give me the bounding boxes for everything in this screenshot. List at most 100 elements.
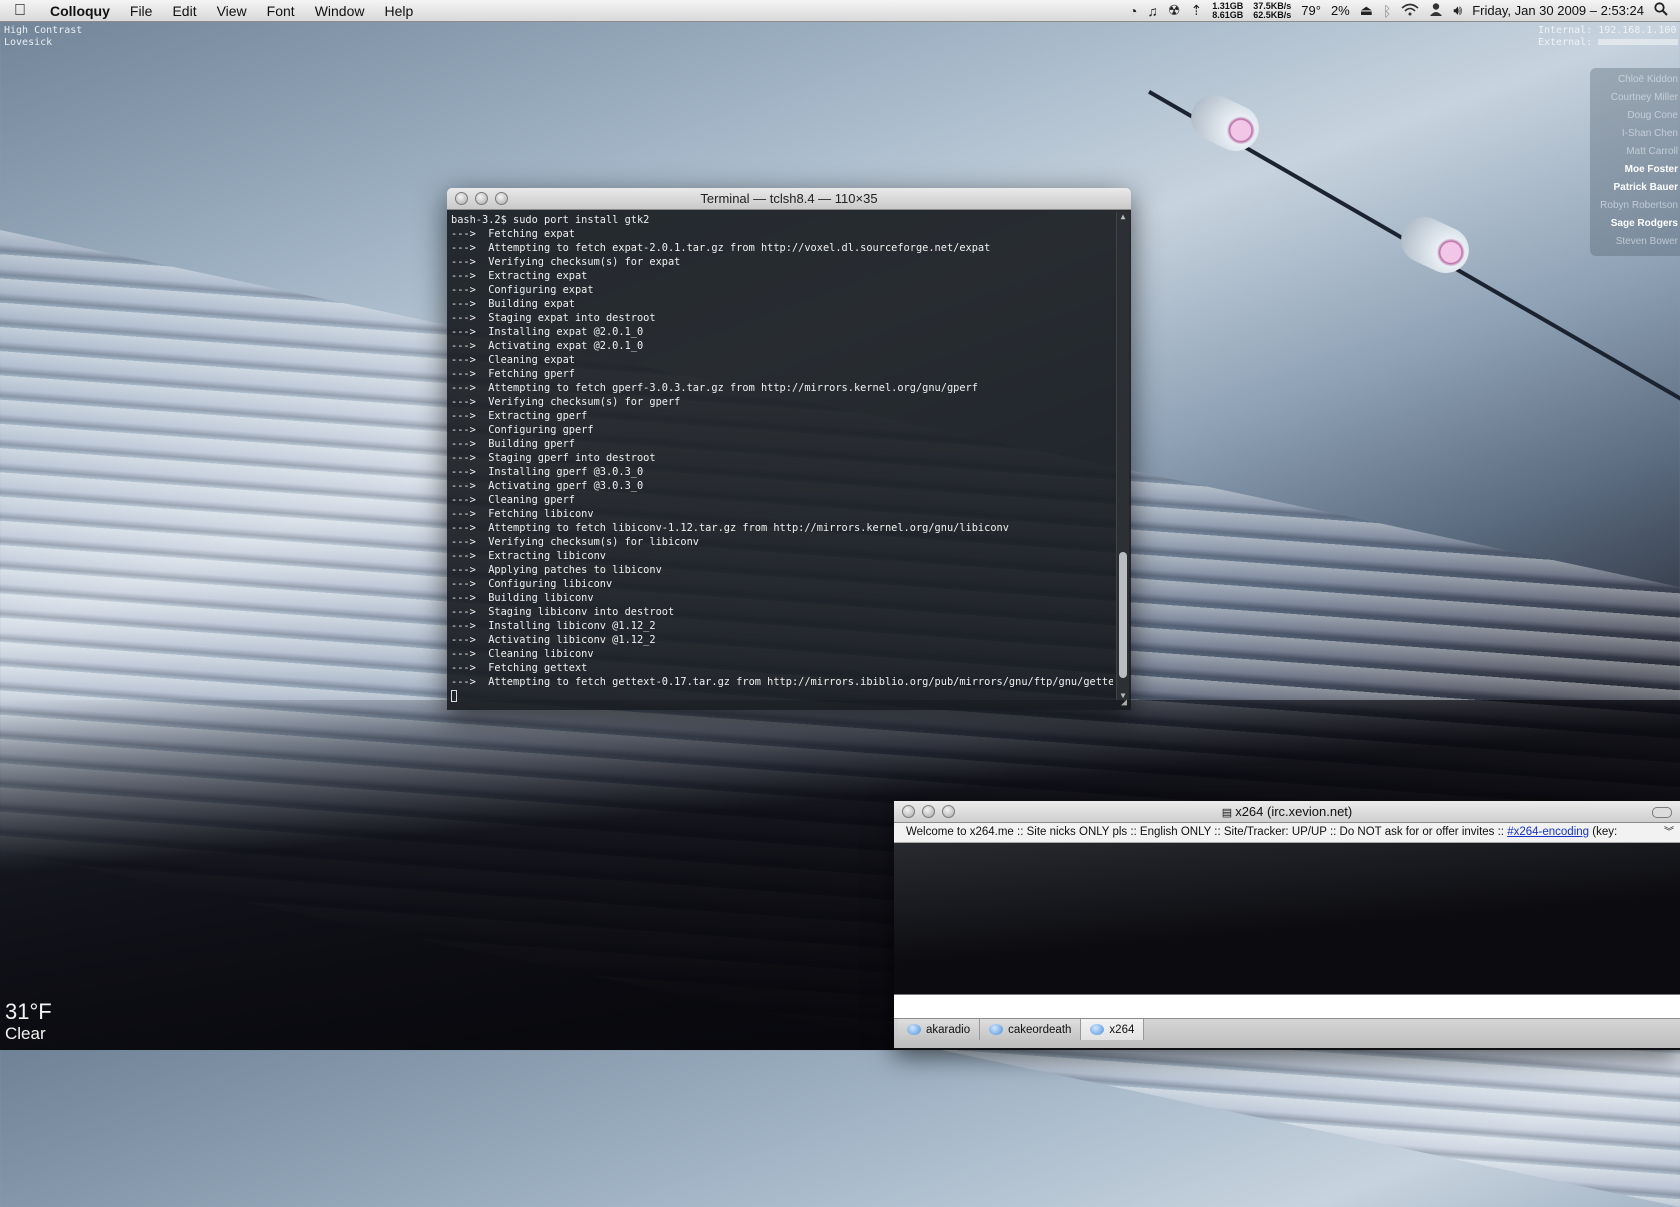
terminal-cursor-line <box>451 689 1113 703</box>
chat-title: x264 (irc.xevion.net) <box>1235 804 1353 819</box>
terminal-scrollbar[interactable]: ▲ ▼ <box>1116 212 1129 700</box>
menubar-clock[interactable]: Friday, Jan 30 2009 – 2:53:24 <box>1472 3 1644 18</box>
terminal-line: ---> Fetching gettext <box>451 662 588 674</box>
chat-bubble-icon <box>1090 1024 1105 1035</box>
topic-text: Welcome to x264.me :: Site nicks ONLY pl… <box>906 826 1508 838</box>
weather-widget: 31°F Clear <box>5 1000 52 1044</box>
tab-cakeordeath[interactable]: cakeordeath <box>980 1019 1082 1040</box>
buddy-item[interactable]: Patrick Bauer <box>1590 179 1678 197</box>
menu-file[interactable]: File <box>120 3 163 19</box>
terminal-line: ---> Building gperf <box>451 438 575 450</box>
terminal-line: ---> Activating libiconv @1.12_2 <box>451 634 656 646</box>
menu-view[interactable]: View <box>207 3 257 19</box>
buddy-item[interactable]: Robyn Robertson <box>1590 197 1678 215</box>
buddy-item[interactable]: Doug Cone <box>1590 107 1678 125</box>
text-cursor <box>451 690 457 702</box>
terminal-line: ---> Extracting expat <box>451 270 588 282</box>
tab-label: x264 <box>1109 1023 1135 1036</box>
sync-icon[interactable]: ◔ <box>1129 3 1137 19</box>
buddy-item[interactable]: Chloë Kiddon <box>1590 71 1678 89</box>
terminal-line: ---> Fetching libiconv <box>451 508 594 520</box>
close-button[interactable] <box>455 192 468 205</box>
terminal-line: ---> Attempting to fetch expat-2.0.1.tar… <box>451 242 991 254</box>
apple-icon[interactable]:  <box>0 2 40 20</box>
memory-meter[interactable]: 1.31GB 8.61GB <box>1212 1 1244 20</box>
terminal-line: ---> Verifying checksum(s) for expat <box>451 256 681 268</box>
window-controls <box>455 192 508 205</box>
scroll-up-arrow-icon[interactable]: ▲ <box>1117 212 1129 221</box>
cpu-readout[interactable]: 2% <box>1331 3 1350 18</box>
chat-window: ▤ x264 (irc.xevion.net) Welcome to x264.… <box>894 801 1680 1050</box>
terminal-line: ---> Building libiconv <box>451 592 594 604</box>
zoom-button[interactable] <box>495 192 508 205</box>
terminal-line: ---> Extracting libiconv <box>451 550 606 562</box>
buddy-item[interactable]: Moe Foster <box>1590 161 1678 179</box>
terminal-line: ---> Cleaning expat <box>451 354 575 366</box>
wifi-icon[interactable] <box>1401 3 1419 19</box>
geektool-top-left: High Contrast Lovesick <box>4 25 82 49</box>
user-icon[interactable] <box>1429 2 1443 19</box>
terminal-line: ---> Extracting gperf <box>451 410 588 422</box>
menu-help[interactable]: Help <box>374 3 423 19</box>
music-note-icon[interactable]: ♫ <box>1147 3 1158 19</box>
terminal-line: ---> Attempting to fetch gettext-0.17.ta… <box>451 676 1113 688</box>
buddy-item[interactable]: Sage Rodgers <box>1590 215 1678 233</box>
eject-icon[interactable]: ⏏ <box>1360 2 1373 19</box>
terminal-titlebar[interactable]: Terminal — tclsh8.4 — 110×35 <box>447 188 1131 210</box>
terminal-line: ---> Building expat <box>451 298 575 310</box>
terminal-line: ---> Staging gperf into destroot <box>451 452 656 464</box>
temperature-readout[interactable]: 79° <box>1301 3 1321 18</box>
upload-arrow-icon[interactable]: ⇡ <box>1190 2 1202 19</box>
buddy-item[interactable]: I-Shan Chen <box>1590 125 1678 143</box>
menu-window[interactable]: Window <box>305 3 375 19</box>
chat-titlebar[interactable]: ▤ x264 (irc.xevion.net) <box>894 801 1680 823</box>
terminal-line: ---> Installing gperf @3.0.3_0 <box>451 466 644 478</box>
memory-bottom: 8.61GB <box>1212 9 1244 20</box>
external-ip-label: External: <box>1538 37 1593 48</box>
expand-topic-icon[interactable]: ︾ <box>1662 823 1676 842</box>
buddy-item[interactable]: Steven Bower <box>1590 233 1678 251</box>
toolbar-toggle-button[interactable] <box>1652 807 1672 818</box>
tab-x264[interactable]: x264 <box>1081 1019 1145 1040</box>
topic-channel-link[interactable]: #x264-encoding <box>1507 826 1589 838</box>
tab-label: akaradio <box>926 1023 971 1036</box>
menu-edit[interactable]: Edit <box>162 3 206 19</box>
terminal-line: ---> Cleaning libiconv <box>451 648 594 660</box>
ip-address-panel: Internal: 192.168.1.100 External: <box>1538 25 1679 49</box>
bluetooth-icon[interactable]: ᛒ <box>1383 3 1391 19</box>
terminal-line: ---> Attempting to fetch libiconv-1.12.t… <box>451 522 1009 534</box>
buddy-list: Chloë Kiddon Courtney Miller Doug Cone I… <box>1590 68 1680 256</box>
buddy-item[interactable]: Courtney Miller <box>1590 89 1678 107</box>
radioactive-icon[interactable]: ☢ <box>1168 2 1181 19</box>
external-ip-redacted <box>1598 39 1679 45</box>
minimize-button[interactable] <box>475 192 488 205</box>
minimize-button[interactable] <box>922 805 935 818</box>
menu-font[interactable]: Font <box>257 3 305 19</box>
terminal-line: ---> Attempting to fetch gperf-3.0.3.tar… <box>451 382 978 394</box>
chat-input[interactable] <box>894 995 1680 1017</box>
terminal-line: ---> Configuring gperf <box>451 424 594 436</box>
scrollbar-thumb[interactable] <box>1119 552 1127 678</box>
tab-akaradio[interactable]: akaradio <box>898 1019 981 1040</box>
chat-transcript[interactable] <box>894 843 1680 994</box>
menu-extras: ◔ ♫ ☢ ⇡ 1.31GB 8.61GB 37.5KB/s 62.5KB/s … <box>1129 1 1680 20</box>
chat-tab-bar: akaradio cakeordeath x264 <box>894 1018 1680 1048</box>
zoom-button[interactable] <box>942 805 955 818</box>
weather-condition: Clear <box>5 1024 46 1043</box>
volume-icon[interactable]: 🔊︎ <box>1453 2 1462 19</box>
search-icon[interactable] <box>1654 2 1668 19</box>
terminal-line: ---> Activating expat @2.0.1_0 <box>451 340 644 352</box>
chat-input-row <box>894 994 1680 1018</box>
overlay-line-1: High Contrast <box>4 25 83 36</box>
close-button[interactable] <box>902 805 915 818</box>
buddy-item[interactable]: Matt Carroll <box>1590 143 1678 161</box>
resize-grip-icon[interactable]: ◢ <box>1118 697 1130 709</box>
chat-bubble-icon <box>907 1024 921 1035</box>
menu-app-name[interactable]: Colloquy <box>40 3 120 19</box>
network-meter[interactable]: 37.5KB/s 62.5KB/s <box>1253 1 1291 20</box>
terminal-line: ---> Activating gperf @3.0.3_0 <box>451 480 644 492</box>
wallpaper-spotlight <box>1183 87 1267 159</box>
terminal-output[interactable]: bash-3.2$ sudo port install gtk2 ---> Fet… <box>447 210 1131 710</box>
document-icon: ▤ <box>1221 807 1236 819</box>
terminal-line: ---> Installing libiconv @1.12_2 <box>451 620 656 632</box>
